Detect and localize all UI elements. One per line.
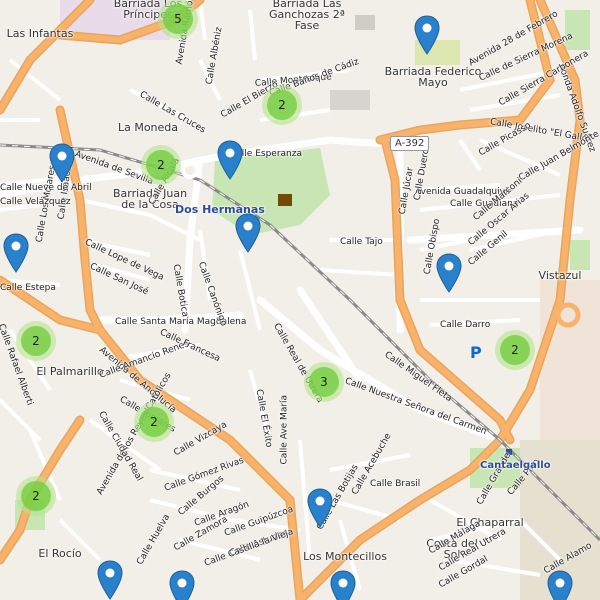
map-marker-icon[interactable] xyxy=(436,253,462,293)
marker-cluster[interactable]: 2 xyxy=(262,85,302,125)
marker-cluster[interactable]: 2 xyxy=(141,145,181,185)
cluster-count: 2 xyxy=(139,407,169,437)
marker-cluster[interactable]: 2 xyxy=(16,476,56,516)
map-marker-icon[interactable] xyxy=(3,233,29,273)
cluster-count: 2 xyxy=(267,90,297,120)
parking-icon: P xyxy=(470,343,482,362)
street-label: Calle Brasil xyxy=(370,479,421,489)
cluster-count: 3 xyxy=(309,367,339,397)
place-label: Las Infantas xyxy=(6,27,74,40)
map-marker-icon[interactable] xyxy=(97,560,123,600)
street-label: Calle Estepa xyxy=(0,283,56,293)
map-marker-icon[interactable] xyxy=(330,570,356,600)
map-marker-icon[interactable] xyxy=(307,488,333,528)
map-marker-icon[interactable] xyxy=(414,15,440,55)
station-label: Cantaelgallo xyxy=(480,460,551,471)
street-label: Calle Darro xyxy=(440,320,491,330)
street-label: Calle Tajo xyxy=(340,237,383,247)
street-label: Calle Velázquez xyxy=(0,197,71,207)
cluster-count: 2 xyxy=(21,326,51,356)
map-marker-icon[interactable] xyxy=(547,570,573,600)
cluster-count: 2 xyxy=(500,335,530,365)
map-marker-icon[interactable] xyxy=(169,570,195,600)
marker-cluster[interactable]: 5 xyxy=(158,0,198,39)
map-marker-icon[interactable] xyxy=(217,140,243,180)
map-marker-icon[interactable] xyxy=(235,213,261,253)
road-shield-a392: A-392 xyxy=(390,136,430,151)
marker-cluster[interactable]: 2 xyxy=(16,321,56,361)
map-view[interactable]: Barriada Los Príncipes Barriada Las Ganch… xyxy=(0,0,600,600)
map-basemap xyxy=(0,0,600,600)
map-marker-icon[interactable] xyxy=(49,143,75,183)
place-label: Los Montecillos xyxy=(303,550,387,563)
cluster-count: 2 xyxy=(21,481,51,511)
cluster-count: 2 xyxy=(146,150,176,180)
marker-cluster[interactable]: 2 xyxy=(134,402,174,442)
place-label: Barriada Las Ganchozas 2ª Fase xyxy=(269,0,345,32)
place-label: Vistazul xyxy=(538,269,582,282)
marker-cluster[interactable]: 3 xyxy=(304,362,344,402)
place-label: El Rocío xyxy=(38,547,82,560)
place-label: Barriada Federico Mayo xyxy=(384,65,482,89)
cluster-count: 5 xyxy=(163,4,193,34)
place-label: La Moneda xyxy=(117,121,179,134)
street-label: Calle Ave María xyxy=(279,394,290,465)
street-label: Calle Nueve de Abril xyxy=(0,183,92,193)
marker-cluster[interactable]: 2 xyxy=(495,330,535,370)
castle-icon xyxy=(278,194,292,206)
